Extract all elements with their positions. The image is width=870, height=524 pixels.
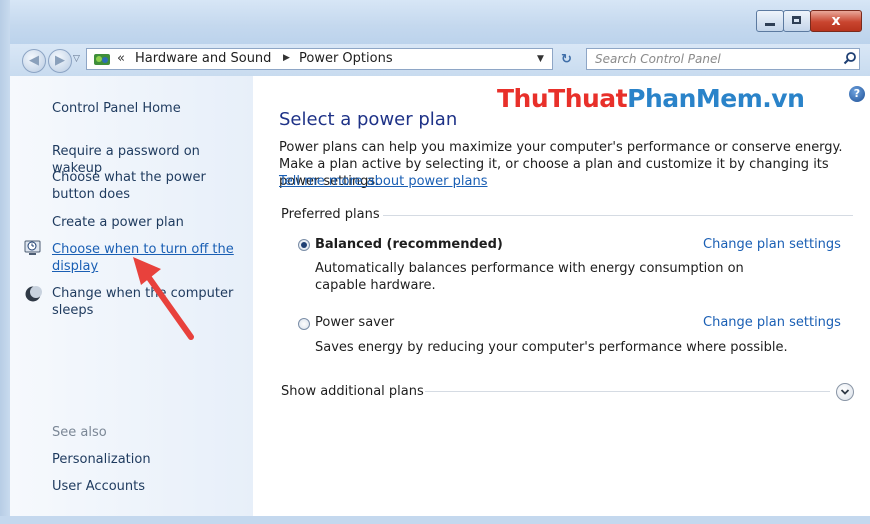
learn-more-link[interactable]: Tell me more about power plans bbox=[279, 174, 487, 189]
minimize-button[interactable] bbox=[756, 10, 784, 32]
divider bbox=[425, 391, 830, 392]
address-bar[interactable]: « Hardware and Sound ▶ Power Options ▼ bbox=[86, 48, 553, 70]
balanced-change-settings-link[interactable]: Change plan settings bbox=[703, 237, 841, 252]
balanced-plan-label[interactable]: Balanced (recommended) bbox=[315, 237, 503, 252]
power-button-link[interactable]: Choose what the power button does bbox=[52, 169, 247, 203]
window-frame-bottom bbox=[0, 516, 870, 524]
see-also-heading: See also bbox=[52, 425, 107, 440]
chevron-down-icon bbox=[840, 389, 850, 395]
power-saver-plan-description: Saves energy by reducing your computer's… bbox=[315, 340, 788, 355]
expand-additional-plans-button[interactable] bbox=[836, 383, 854, 401]
title-bar: x bbox=[0, 0, 870, 44]
help-icon[interactable]: ? bbox=[849, 86, 865, 102]
forward-button[interactable]: ▶ bbox=[48, 49, 72, 73]
divider bbox=[383, 215, 853, 216]
breadcrumb-overflow[interactable]: « bbox=[117, 51, 125, 66]
control-panel-icon bbox=[94, 54, 110, 65]
search-box[interactable] bbox=[586, 48, 860, 70]
maximize-button[interactable] bbox=[783, 10, 811, 32]
control-panel-window: x ◀ ▶ ▽ « Hardware and Sound ▶ Power Opt… bbox=[0, 0, 870, 524]
balanced-radio[interactable] bbox=[298, 239, 310, 251]
breadcrumb-chevron-icon[interactable]: ▶ bbox=[283, 53, 290, 63]
clock-monitor-icon bbox=[24, 240, 41, 255]
page-title: Select a power plan bbox=[279, 109, 458, 130]
search-icon[interactable] bbox=[843, 51, 857, 65]
recent-pages-dropdown[interactable]: ▽ bbox=[73, 54, 80, 64]
moon-icon bbox=[25, 286, 42, 302]
address-dropdown-icon[interactable]: ▼ bbox=[537, 54, 544, 64]
watermark-part2: PhanMem.vn bbox=[627, 84, 805, 113]
close-icon: x bbox=[831, 13, 841, 29]
watermark-logo: ThuThuatPhanMem.vn bbox=[497, 84, 805, 113]
control-panel-home-link[interactable]: Control Panel Home bbox=[52, 100, 181, 117]
window-frame-left bbox=[0, 0, 10, 524]
close-button[interactable]: x bbox=[810, 10, 862, 32]
balanced-plan-description: Automatically balances performance with … bbox=[315, 261, 744, 293]
power-saver-plan-label[interactable]: Power saver bbox=[315, 315, 394, 330]
create-power-plan-link[interactable]: Create a power plan bbox=[52, 214, 184, 231]
back-button[interactable]: ◀ bbox=[22, 49, 46, 73]
watermark-part1: ThuThuat bbox=[497, 84, 628, 113]
breadcrumb-hardware-and-sound[interactable]: Hardware and Sound bbox=[135, 51, 271, 66]
power-saver-change-settings-link[interactable]: Change plan settings bbox=[703, 315, 841, 330]
annotation-arrow-icon bbox=[133, 257, 194, 340]
radio-selected-dot bbox=[301, 242, 307, 248]
power-saver-radio[interactable] bbox=[298, 318, 310, 330]
minimize-icon bbox=[765, 23, 775, 26]
breadcrumb-power-options[interactable]: Power Options bbox=[299, 51, 393, 66]
show-additional-plans-label[interactable]: Show additional plans bbox=[281, 384, 424, 399]
personalization-link[interactable]: Personalization bbox=[52, 451, 151, 468]
preferred-plans-heading: Preferred plans bbox=[281, 207, 380, 222]
search-input[interactable] bbox=[595, 51, 825, 67]
refresh-icon[interactable]: ↻ bbox=[561, 52, 572, 67]
maximize-icon bbox=[792, 16, 801, 24]
navigation-bar: ◀ ▶ ▽ « Hardware and Sound ▶ Power Optio… bbox=[10, 44, 870, 76]
user-accounts-link[interactable]: User Accounts bbox=[52, 478, 145, 495]
